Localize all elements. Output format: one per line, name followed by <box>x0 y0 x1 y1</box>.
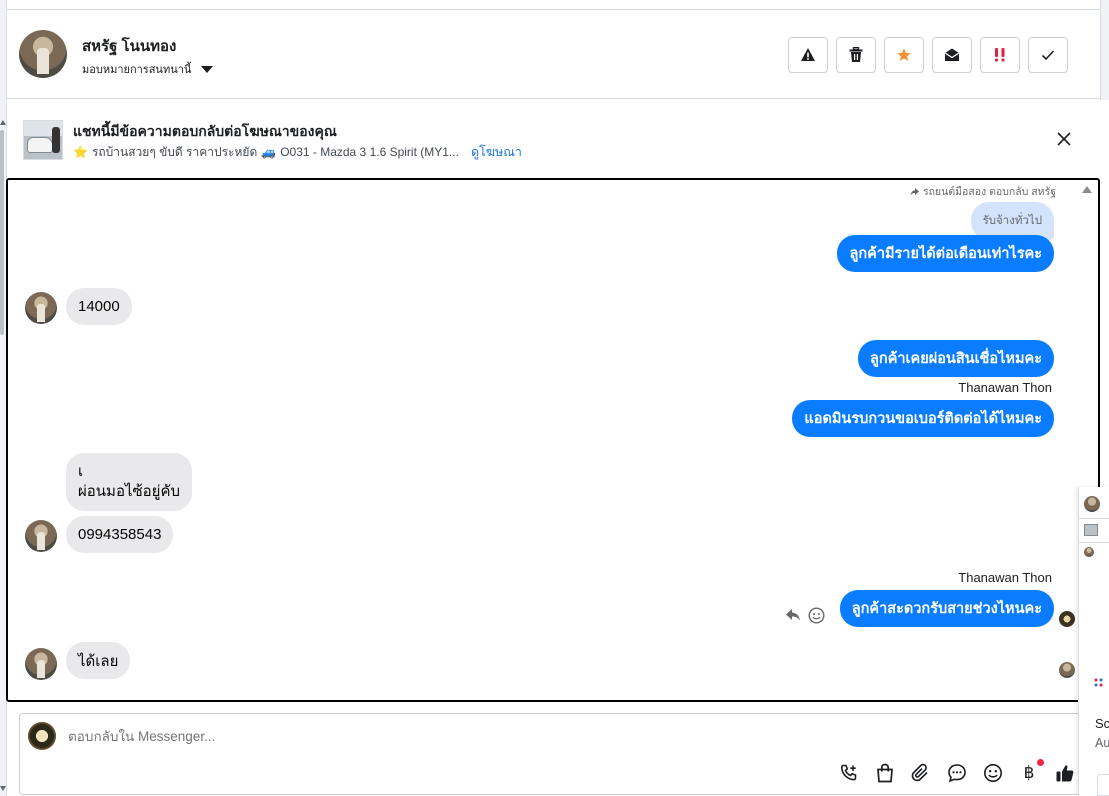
contact-avatar[interactable] <box>19 30 67 78</box>
close-banner-button[interactable] <box>1055 130 1073 148</box>
check-icon <box>1041 50 1055 61</box>
message-thread[interactable]: รถยนต์มือสอง ตอบกลับ สหรัฐ รับจ้างทั่วไป… <box>6 178 1100 702</box>
left-scrollbar[interactable] <box>0 130 4 335</box>
secondary-line-1: Sc <box>1095 716 1109 731</box>
trash-icon <box>849 47 863 62</box>
saved-reply-icon <box>948 764 966 783</box>
reply-action-button[interactable] <box>785 608 805 624</box>
reply-context-note: รถยนต์มือสอง ตอบกลับ สหรัฐ <box>910 183 1056 200</box>
ad-detail-text: รถบ้านสวยๆ ขับดี ราคาประหยัด <box>91 144 258 159</box>
secondary-ad-thumb <box>1084 524 1098 536</box>
contact-avatar-small[interactable] <box>25 520 57 552</box>
star-emoji: ⭐ <box>73 145 88 159</box>
emoji-button[interactable] <box>982 762 1004 784</box>
delete-button[interactable] <box>836 37 876 73</box>
secondary-corner <box>1097 774 1109 796</box>
contact-avatar-small[interactable] <box>25 292 57 324</box>
priority-icon <box>995 48 1005 62</box>
ad-banner-title: แชทนี้มีข้อความตอบกลับต่อโฆษณาของคุณ <box>73 123 337 139</box>
sender-name: Thanawan Thon <box>958 380 1052 395</box>
page-avatar <box>28 722 56 750</box>
star-button[interactable] <box>884 37 924 73</box>
ad-model-text: O031 - Mazda 3 1.6 Spirit (MY1... <box>280 145 459 159</box>
secondary-app-icon[interactable] <box>1093 677 1107 691</box>
ad-banner-detail: ⭐ รถบ้านสวยๆ ขับดี ราคาประหยัด 🚙 O031 - … <box>73 142 522 162</box>
shopping-bag-icon <box>877 763 893 783</box>
saved-replies-button[interactable] <box>946 762 968 784</box>
secondary-ad-row <box>1079 519 1109 543</box>
attach-button[interactable] <box>910 762 932 784</box>
message-composer: ฿ <box>19 713 1091 795</box>
read-receipt-avatar <box>1059 611 1075 627</box>
grid-dots-icon <box>1094 678 1103 687</box>
view-ad-link[interactable]: ดูโฆษณา <box>471 142 522 162</box>
ad-thumbnail[interactable] <box>23 120 63 160</box>
reply-input[interactable] <box>68 729 768 744</box>
incoming-message[interactable]: ได้เลย <box>66 642 131 679</box>
message-line: ผ่อนมอไซ้อยู่คับ <box>78 483 181 500</box>
secondary-header <box>1079 487 1109 519</box>
priority-button[interactable] <box>980 37 1020 73</box>
sender-name: Thanawan Thon <box>958 570 1052 585</box>
composer-actions: ฿ <box>838 759 1076 784</box>
shop-button[interactable] <box>874 762 896 784</box>
emoji-icon <box>984 764 1002 782</box>
secondary-thread <box>1079 543 1109 673</box>
scroll-up-arrow[interactable] <box>0 120 6 125</box>
phone-plus-icon <box>840 764 857 781</box>
paperclip-icon <box>911 763 928 782</box>
reply-context-text: รถยนต์มือสอง ตอบกลับ สหรัฐ <box>922 186 1056 198</box>
secondary-chat-panel[interactable]: Sc Au <box>1078 487 1109 796</box>
outgoing-message[interactable]: ลูกค้าสะดวกรับสายช่วงไหนคะ <box>839 590 1054 627</box>
mail-open-icon <box>944 48 960 61</box>
call-button[interactable] <box>838 762 860 784</box>
conversation-header: สหรัฐ โนนทอง มอบหมายการสนทนานี้ <box>7 9 1100 99</box>
conversation-toolbar <box>788 37 1068 73</box>
seen-avatar <box>1059 662 1075 678</box>
ad-reply-banner: แชทนี้มีข้อความตอบกลับต่อโฆษณาของคุณ ⭐ ร… <box>7 100 1100 176</box>
smiley-icon <box>808 607 825 624</box>
scroll-down-arrow[interactable] <box>0 786 6 791</box>
assign-conversation[interactable]: มอบหมายการสนทนานี้ <box>82 60 214 78</box>
star-icon <box>897 48 911 61</box>
contact-name[interactable]: สหรัฐ โนนทอง <box>82 34 176 58</box>
assign-label: มอบหมายการสนทนานี้ <box>82 64 192 76</box>
incoming-message[interactable]: 14000 <box>66 288 132 325</box>
incoming-message[interactable]: เ ผ่อนมอไซ้อยู่คับ <box>66 453 193 511</box>
notification-dot <box>1037 759 1044 766</box>
secondary-contact-avatar <box>1084 547 1094 557</box>
mark-unread-button[interactable] <box>932 37 972 73</box>
secondary-avatar <box>1084 496 1100 512</box>
incoming-message[interactable]: 0994358543 <box>66 516 174 553</box>
report-button[interactable] <box>788 37 828 73</box>
thumbs-up-icon <box>1056 765 1074 782</box>
warning-icon <box>801 48 815 61</box>
right-edge-panel <box>1100 0 1109 100</box>
reply-icon <box>786 609 800 621</box>
outgoing-message[interactable]: ลูกค้ามีรายได้ต่อเดือนเท่าไรคะ <box>837 235 1054 272</box>
done-button[interactable] <box>1028 37 1068 73</box>
message-line: เ <box>78 463 84 480</box>
baht-icon: ฿ <box>1023 763 1035 783</box>
secondary-line-2: Au <box>1095 736 1109 750</box>
chevron-down-icon <box>201 65 214 73</box>
car-emoji: 🚙 <box>261 145 277 159</box>
payment-button[interactable]: ฿ <box>1018 759 1044 784</box>
reply-forward-icon <box>910 187 919 196</box>
react-action-button[interactable] <box>808 607 826 625</box>
contact-avatar-small[interactable] <box>25 648 57 680</box>
like-button[interactable] <box>1054 762 1076 784</box>
outgoing-message[interactable]: แอดมินรบกวนขอเบอร์ติดต่อได้ไหมคะ <box>792 400 1054 437</box>
close-icon <box>1057 132 1071 146</box>
thread-scroll-up-arrow[interactable] <box>1082 186 1092 193</box>
outgoing-message[interactable]: ลูกค้าเคยผ่อนสินเชื่อไหมคะ <box>858 340 1054 377</box>
